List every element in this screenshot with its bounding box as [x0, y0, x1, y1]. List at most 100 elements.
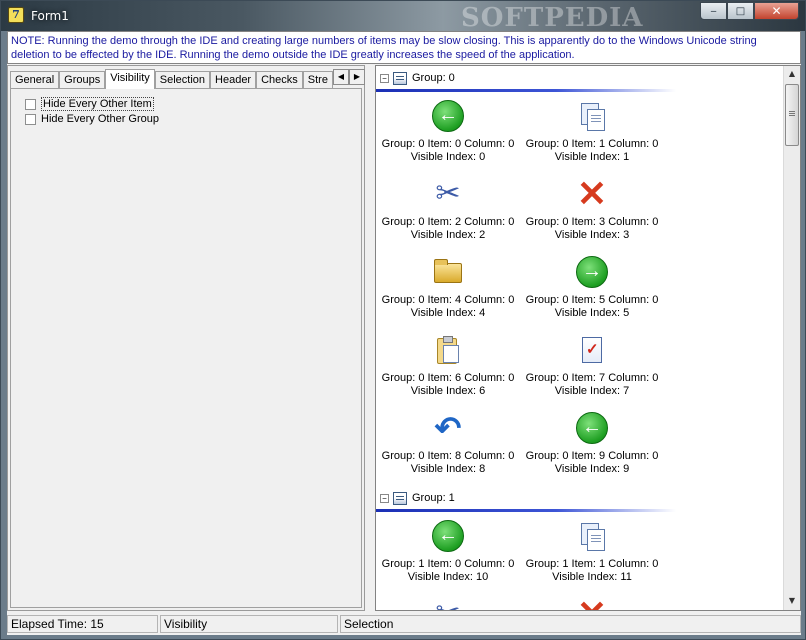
item-caption: Visible Index: 0 [410, 151, 486, 163]
item-caption: Group: 0 Item: 0 Column: 0 [381, 138, 515, 150]
scissors-icon: ✂ [432, 598, 464, 611]
item-caption: Group: 0 Item: 5 Column: 0 [525, 294, 659, 306]
group-separator [376, 509, 676, 512]
scroll-thumb[interactable] [785, 84, 799, 146]
tab-scroll-left-icon[interactable]: ◀ [333, 69, 349, 85]
item-caption: Group: 0 Item: 9 Column: 0 [525, 450, 659, 462]
grip-icon [789, 111, 795, 112]
item-caption: Visible Index: 6 [410, 385, 486, 397]
tab-checks[interactable]: Checks [256, 71, 303, 89]
item-caption: Group: 0 Item: 1 Column: 0 [525, 138, 659, 150]
item-caption: Group: 0 Item: 7 Column: 0 [525, 372, 659, 384]
item-caption: Group: 1 Item: 0 Column: 0 [381, 558, 515, 570]
delete-x-icon: ✕ [576, 173, 608, 214]
title-bar[interactable]: 7 Form1 SOFTPEDIA ‒ □ ✕ [1, 1, 805, 33]
window-title: Form1 [31, 9, 69, 23]
group-separator [376, 89, 676, 92]
item-caption: Visible Index: 2 [410, 229, 486, 241]
item-caption: Group: 1 Item: 1 Column: 0 [525, 558, 659, 570]
visibility-tab-page: Hide Every Other Item Hide Every Other G… [10, 88, 362, 608]
tab-strip: General Groups Visibility Selection Head… [10, 69, 333, 89]
close-button[interactable]: ✕ [754, 2, 799, 20]
collapse-icon[interactable]: − [380, 493, 389, 503]
list-item[interactable]: ✕ Group: 0 Item: 3 Column: 0 Visible Ind… [520, 173, 664, 242]
tab-visibility[interactable]: Visibility [105, 69, 155, 89]
list-item[interactable]: Group: 0 Item: 7 Column: 0 Visible Index… [520, 334, 664, 398]
collapse-icon[interactable]: − [380, 73, 389, 83]
scroll-down-icon[interactable]: ▼ [784, 593, 800, 609]
list-item[interactable]: → Group: 0 Item: 5 Column: 0 Visible Ind… [520, 256, 664, 320]
group-label: Group: 1 [412, 492, 455, 504]
undo-icon: ↶ [434, 410, 462, 446]
list-item[interactable]: ← Group: 0 Item: 0 Column: 0 Visible Ind… [376, 100, 520, 164]
group-document-icon [393, 71, 407, 85]
list-item[interactable]: ← Group: 0 Item: 9 Column: 0 Visible Ind… [520, 412, 664, 476]
list-item[interactable]: ✕ [520, 596, 664, 611]
item-caption: Visible Index: 7 [554, 385, 630, 397]
list-item[interactable]: ✂ [376, 598, 520, 611]
status-mode: Selection [340, 615, 801, 633]
scroll-up-icon[interactable]: ▲ [784, 66, 800, 82]
back-arrow-icon: ← [576, 412, 608, 444]
item-caption: Group: 0 Item: 4 Column: 0 [381, 294, 515, 306]
folder-icon [432, 256, 464, 288]
group-header-1[interactable]: − Group: 1 [380, 490, 780, 506]
tab-streams[interactable]: Stre [302, 71, 333, 89]
status-bar: Elapsed Time: 15 Visibility Selection [7, 615, 801, 635]
tab-scroll-buttons: ◀ ▶ [333, 69, 365, 85]
item-caption: Visible Index: 11 [552, 571, 632, 583]
group-document-icon [393, 491, 407, 505]
item-caption: Visible Index: 5 [554, 307, 630, 319]
maximize-button[interactable]: □ [727, 2, 754, 20]
group-label: Group: 0 [412, 72, 455, 84]
forward-arrow-icon: → [576, 256, 608, 288]
item-caption: Visible Index: 9 [554, 463, 630, 475]
delete-x-icon: ✕ [576, 596, 608, 611]
list-item[interactable]: ← Group: 1 Item: 0 Column: 0 Visible Ind… [376, 520, 520, 584]
list-item[interactable]: Group: 0 Item: 4 Column: 0 Visible Index… [376, 256, 520, 320]
hide-every-other-item-row[interactable]: Hide Every Other Item [25, 97, 154, 111]
tab-general[interactable]: General [10, 71, 60, 89]
tab-selection[interactable]: Selection [154, 71, 211, 89]
back-arrow-icon: ← [432, 100, 464, 132]
tab-scroll-right-icon[interactable]: ▶ [349, 69, 365, 85]
status-active-tab: Visibility [160, 615, 338, 633]
group-header-0[interactable]: − Group: 0 [380, 70, 780, 86]
hide-every-other-item-label[interactable]: Hide Every Other Item [41, 97, 154, 111]
vertical-scrollbar[interactable]: ▲ ▼ [783, 66, 800, 610]
client-area: NOTE: Running the demo through the IDE a… [7, 31, 801, 635]
list-item[interactable]: Group: 0 Item: 6 Column: 0 Visible Index… [376, 334, 520, 398]
item-caption: Group: 0 Item: 3 Column: 0 [525, 216, 659, 228]
tab-groups[interactable]: Groups [59, 71, 106, 89]
app-icon[interactable]: 7 [8, 7, 24, 23]
copy-icon [576, 100, 608, 132]
hide-every-other-item-checkbox[interactable] [25, 98, 36, 110]
item-caption: Group: 0 Item: 6 Column: 0 [381, 372, 515, 384]
list-item[interactable]: Group: 0 Item: 1 Column: 0 Visible Index… [520, 100, 664, 164]
item-caption: Visible Index: 10 [407, 571, 489, 583]
list-view[interactable]: − Group: 0 ← Group: 0 Item: 0 Column: 0 … [375, 65, 801, 611]
list-item[interactable]: Group: 1 Item: 1 Column: 0 Visible Index… [520, 520, 664, 584]
tab-header[interactable]: Header [210, 71, 257, 89]
note-text: NOTE: Running the demo through the IDE a… [7, 31, 801, 64]
list-item[interactable]: ✂ Group: 0 Item: 2 Column: 0 Visible Ind… [376, 178, 520, 242]
hide-every-other-group-label[interactable]: Hide Every Other Group [41, 113, 159, 125]
watermark: SOFTPEDIA [461, 3, 644, 33]
item-caption: Visible Index: 3 [554, 229, 630, 241]
list-view-content: − Group: 0 ← Group: 0 Item: 0 Column: 0 … [376, 66, 784, 610]
status-elapsed-time: Elapsed Time: 15 [7, 615, 158, 633]
item-caption: Visible Index: 1 [554, 151, 630, 163]
main-window: 7 Form1 SOFTPEDIA ‒ □ ✕ NOTE: Running th… [0, 0, 806, 640]
list-item[interactable]: ↶ Group: 0 Item: 8 Column: 0 Visible Ind… [376, 412, 520, 476]
item-caption: Group: 0 Item: 8 Column: 0 [381, 450, 515, 462]
back-arrow-icon: ← [432, 520, 464, 552]
hide-every-other-group-checkbox[interactable] [25, 113, 36, 125]
copy-icon [576, 520, 608, 552]
item-caption: Group: 0 Item: 2 Column: 0 [381, 216, 515, 228]
minimize-button[interactable]: ‒ [700, 2, 727, 20]
caption-buttons: ‒ □ ✕ [700, 2, 799, 20]
scissors-icon: ✂ [435, 177, 461, 210]
check-document-icon [576, 334, 608, 366]
hide-every-other-group-row[interactable]: Hide Every Other Group [25, 113, 159, 125]
options-panel: General Groups Visibility Selection Head… [7, 65, 365, 611]
